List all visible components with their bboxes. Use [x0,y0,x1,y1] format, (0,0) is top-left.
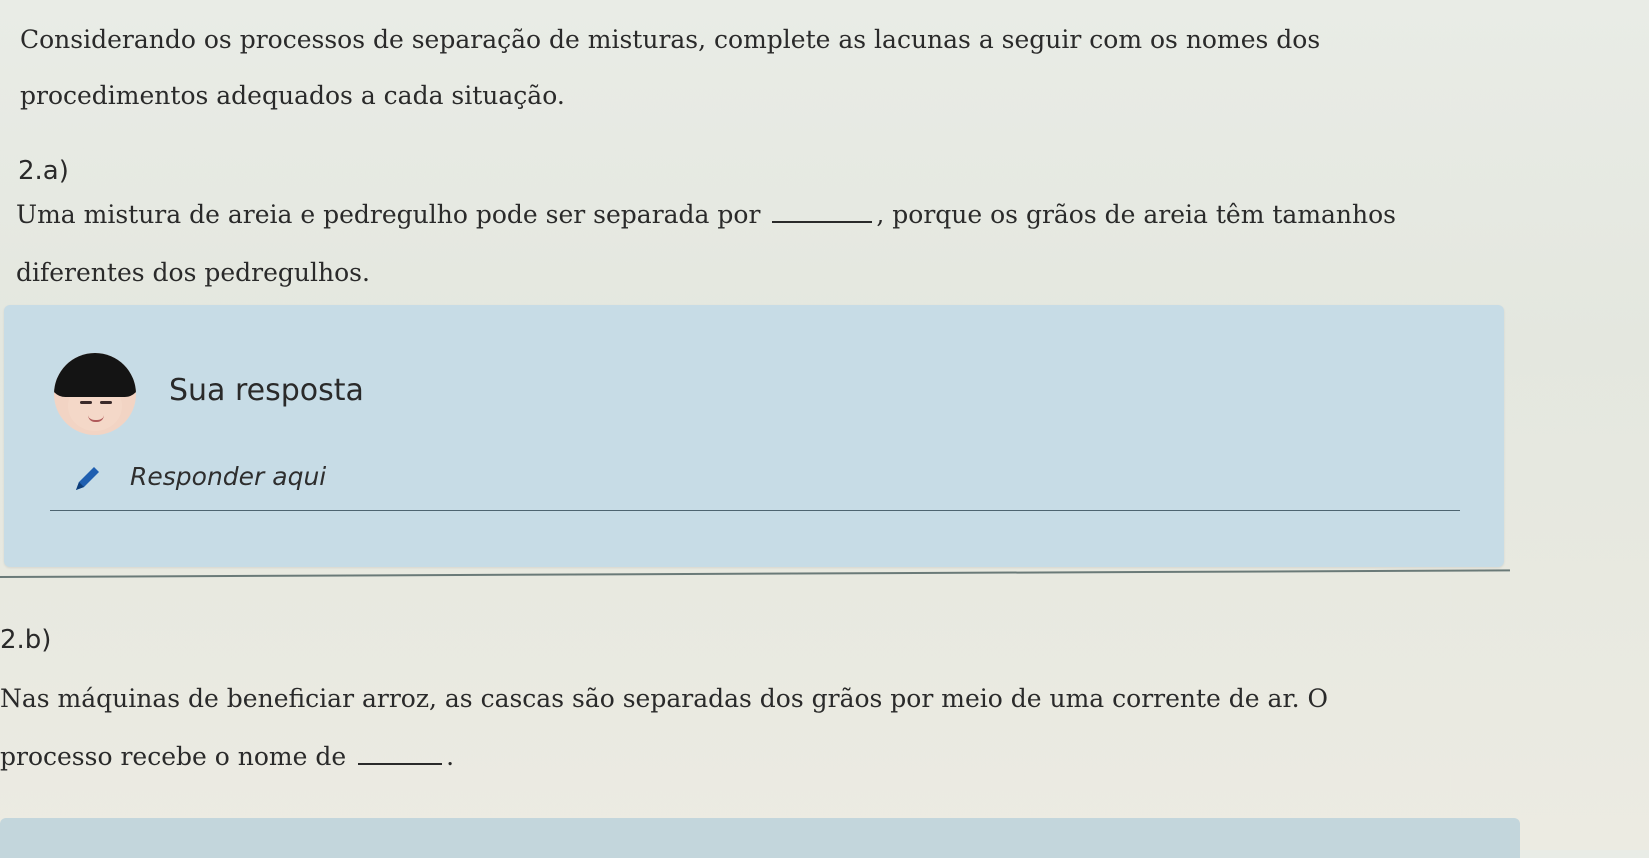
question-2b-label: 2.b) [0,625,52,655]
answer-input[interactable] [130,456,1430,496]
question-2b-text: Nas máquinas de beneficiar arroz, as cas… [0,670,1440,786]
answer-card: Sua resposta [4,305,1504,567]
answer-field[interactable] [50,450,1460,511]
question-2b-text-before: Nas máquinas de beneficiar arroz, as cas… [0,684,1329,771]
question-2a-text-before: Uma mistura de areia e pedregulho pode s… [16,200,761,229]
form-page: Considerando os processos de separação d… [0,0,1649,858]
question-2b-blank [358,743,443,765]
question-2a-text: Uma mistura de areia e pedregulho pode s… [16,186,1436,302]
question-2a-label: 2.a) [18,156,69,186]
next-answer-card [0,818,1520,858]
pencil-icon [76,467,99,490]
section-divider [0,569,1510,578]
question-2a-blank [772,201,873,223]
question-2b-text-after: . [446,742,455,771]
instructions-text: Considerando os processos de separação d… [20,25,1321,110]
user-avatar-icon [54,353,136,435]
answer-title: Sua resposta [169,373,364,408]
